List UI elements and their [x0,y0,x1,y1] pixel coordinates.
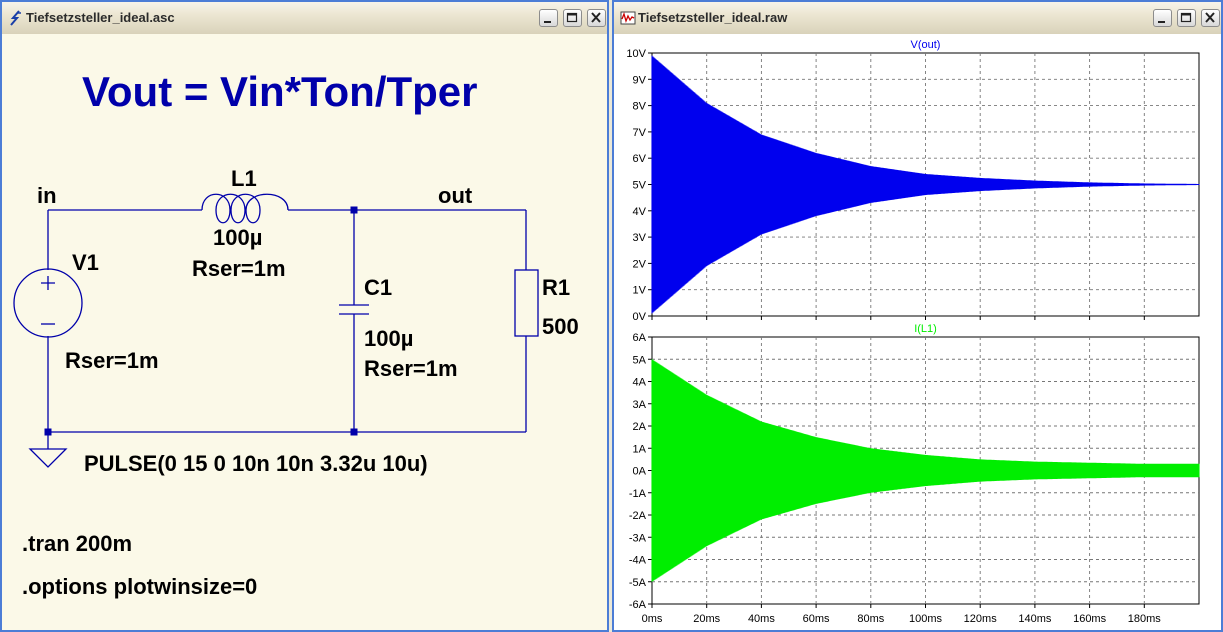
net-label-out: out [438,183,473,208]
vout-y-tick-label: 9V [633,74,647,86]
plot-minimize-button[interactable] [1153,9,1172,27]
il1-y-tick-label: 5A [633,354,647,366]
l1-rser-label: Rser=1m [192,256,286,281]
v1-value-label: PULSE(0 15 0 10n 10n 3.32u 10u) [84,451,428,476]
directive-tran[interactable]: .tran 200m [22,531,132,556]
junction-gnd-v1 [44,428,52,436]
maximize-icon [566,12,578,23]
plot-window-title: Tiefsetzsteller_ideal.raw [638,10,788,25]
x-tick-label: 120ms [964,613,998,625]
vout-y-tick-label: 5V [633,180,647,192]
ground-symbol [28,448,68,468]
plot-close-button[interactable] [1201,9,1220,27]
schematic-heading: Vout = Vin*Ton/Tper [82,68,478,115]
inductor-l1[interactable] [201,193,289,224]
c1-value-label: 100µ [364,326,413,351]
vout-y-tick-label: 3V [633,232,647,244]
minimize-icon [1158,21,1165,23]
vout-y-tick-label: 1V [633,285,647,297]
c1-name-label: C1 [364,275,392,300]
l1-name-label: L1 [231,166,257,191]
voltage-source-v1[interactable] [13,268,83,338]
x-tick-label: 80ms [857,613,884,625]
x-tick-label: 180ms [1128,613,1162,625]
schematic-window[interactable]: Tiefsetzsteller_ideal.asc Vout = Vin*Ton… [0,0,609,632]
il1-y-tick-label: 1A [633,443,647,455]
il1-y-tick-label: -4A [629,555,647,567]
maximize-button[interactable] [563,9,582,27]
plot-titlebar[interactable]: Tiefsetzsteller_ideal.raw [614,2,1221,35]
net-label-in: in [37,183,57,208]
x-tick-label: 20ms [693,613,720,625]
il1-y-tick-label: 0A [633,466,647,478]
x-tick-label: 0ms [642,613,663,625]
schematic-app-icon [10,10,21,26]
il1-y-tick-label: -6A [629,599,647,611]
il1-trace-title[interactable]: I(L1) [914,323,937,335]
close-icon [1205,12,1215,23]
x-tick-label: 140ms [1018,613,1052,625]
il1-y-tick-label: -5A [629,577,647,589]
junction-gnd-c1 [350,428,358,436]
il1-y-tick-label: -3A [629,532,647,544]
vout-y-tick-label: 8V [633,101,647,113]
junction-out [350,206,358,214]
r1-name-label: R1 [542,275,570,300]
close-icon [591,12,601,23]
close-button[interactable] [587,9,606,27]
x-tick-label: 160ms [1073,613,1107,625]
vout-y-tick-label: 7V [633,127,647,139]
il1-y-tick-label: 2A [633,421,647,433]
x-tick-label: 100ms [909,613,943,625]
plot-window[interactable]: Tiefsetzsteller_ideal.raw 0V 1V 2V 3V 4V 5V 6V… [612,0,1223,632]
vout-y-tick-label: 4V [633,206,647,218]
v1-rser-label: Rser=1m [65,348,159,373]
schematic-window-title: Tiefsetzsteller_ideal.asc [26,10,175,25]
il1-y-tick-label: -1A [629,488,647,500]
plot-maximize-button[interactable] [1177,9,1196,27]
il1-y-tick-label: 6A [633,332,647,344]
schematic-canvas[interactable]: Vout = Vin*Ton/Tper in out V1 Rser=1m PU… [2,34,607,632]
minimize-icon [544,21,551,23]
schematic-titlebar[interactable]: Tiefsetzsteller_ideal.asc [2,2,607,35]
waveform-canvas[interactable]: 0V 1V 2V 3V 4V 5V 6V 7V 8V 9V 10V V(out) -6A -5A -4A -3… [614,34,1221,632]
vout-y-tick-label: 0V [633,311,647,323]
resistor-r1[interactable] [514,269,539,337]
vout-y-tick-label: 6V [633,153,647,165]
c1-rser-label: Rser=1m [364,356,458,381]
waveform-app-icon [620,11,636,25]
directive-options[interactable]: .options plotwinsize=0 [22,574,257,599]
maximize-icon [1180,12,1192,23]
vout-y-tick-label: 10V [626,48,646,60]
l1-value-label: 100µ [213,225,262,250]
il1-y-tick-label: -2A [629,510,647,522]
r1-value-label: 500 [542,314,579,339]
minimize-button[interactable] [539,9,558,27]
circuit-wires [47,209,527,449]
vout-trace-title[interactable]: V(out) [911,39,941,51]
x-tick-label: 60ms [803,613,830,625]
vout-y-tick-label: 2V [633,258,647,270]
il1-y-tick-label: 4A [633,377,647,389]
v1-name-label: V1 [72,250,99,275]
capacitor-c1[interactable] [339,304,369,315]
x-tick-label: 40ms [748,613,775,625]
il1-y-tick-label: 3A [633,399,647,411]
